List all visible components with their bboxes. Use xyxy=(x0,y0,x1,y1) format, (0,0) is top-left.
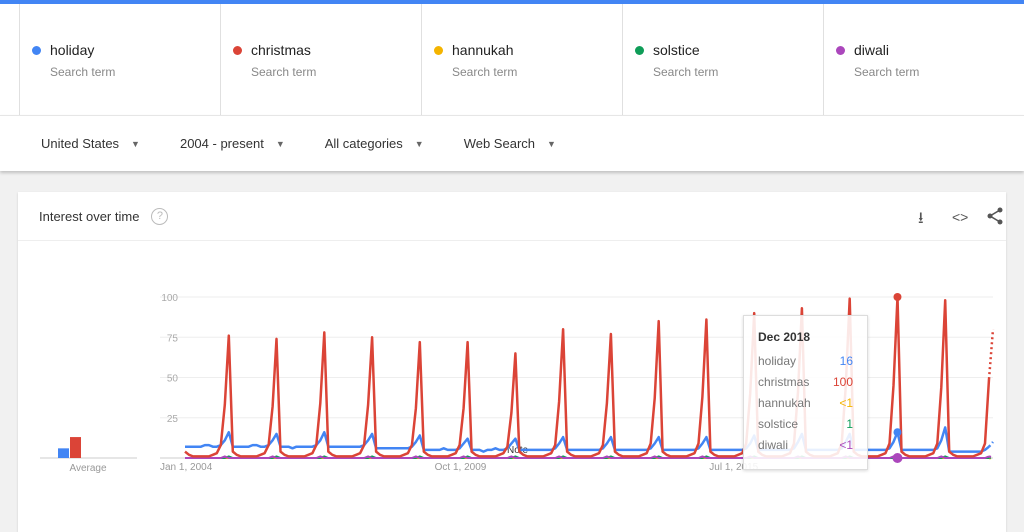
hover-point-christmas xyxy=(893,293,902,301)
tooltip-row-christmas: christmas 100 xyxy=(758,375,853,396)
y-tick-label: 25 xyxy=(167,414,179,425)
average-label: Average xyxy=(69,463,107,474)
tooltip-date: Dec 2018 xyxy=(758,330,811,344)
tooltip-value: 16 xyxy=(839,354,853,368)
series-partial-holiday xyxy=(988,441,994,448)
tooltip-row-diwali: diwali <1 xyxy=(758,438,853,459)
tooltip-value: 100 xyxy=(832,375,853,389)
tooltip-value: <1 xyxy=(839,438,853,452)
tooltip-row-solstice: solstice 1 xyxy=(758,417,853,438)
x-tick-label: Jan 1, 2004 xyxy=(160,462,213,473)
average-bar-christmas xyxy=(70,437,81,458)
tooltip-term: christmas xyxy=(758,375,810,389)
series-line-holiday xyxy=(185,426,990,453)
y-tick-label: 100 xyxy=(161,293,178,304)
hover-point-diwali xyxy=(892,453,903,463)
average-bar-holiday xyxy=(58,448,69,458)
tooltip-row-holiday: holiday 16 xyxy=(758,354,853,375)
tooltip-value: <1 xyxy=(839,396,853,410)
hover-point-holiday xyxy=(893,428,902,437)
y-tick-label: 50 xyxy=(167,374,179,385)
tooltip-term: hannukah xyxy=(758,396,811,410)
series-partial-christmas xyxy=(987,329,995,380)
x-tick-label: Oct 1, 2009 xyxy=(435,462,487,473)
tooltip-term: diwali xyxy=(758,438,789,452)
chart-tooltip: Dec 2018 holiday 16 christmas 100 hannukah <1… xyxy=(743,315,868,470)
tooltip-term: solstice xyxy=(758,417,799,431)
interest-chart[interactable]: 255075100Jan 1, 2004 Oct 1, 2009 Jul 1, 20… xyxy=(0,0,1024,529)
tooltip-term: holiday xyxy=(758,354,797,368)
tooltip-row-hannukah: hannukah <1 xyxy=(758,396,853,417)
y-tick-label: 75 xyxy=(167,333,179,344)
series-line-christmas xyxy=(184,295,991,458)
tooltip-value: 1 xyxy=(846,417,853,431)
